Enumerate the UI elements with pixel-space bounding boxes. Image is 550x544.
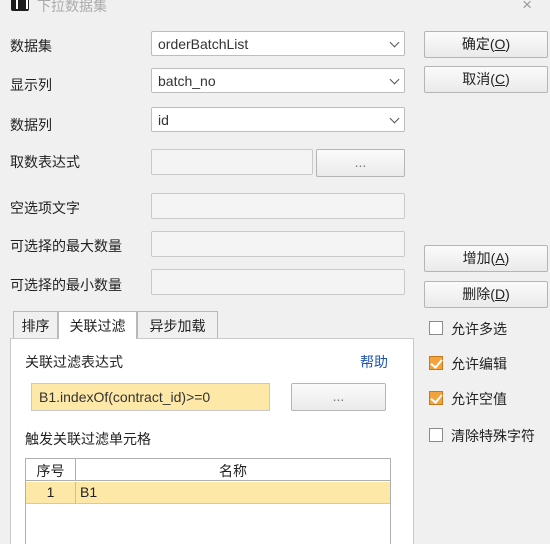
chevron-down-icon (389, 37, 400, 48)
display-column-select[interactable]: batch_no (151, 68, 405, 93)
ok-shortcut: O (494, 36, 506, 52)
filter-expression-input[interactable]: B1.indexOf(contract_id)>=0 (31, 383, 270, 411)
max-select-input[interactable] (151, 231, 405, 257)
dataset-label: 数据集 (10, 38, 52, 54)
allow-edit-label: 允许编辑 (451, 356, 507, 372)
delete-label: 删除( (462, 286, 495, 302)
row-index: 1 (26, 482, 76, 504)
tab-async-load[interactable]: 异步加载 (137, 311, 218, 338)
fetch-expression-browse-button[interactable]: ... (316, 149, 405, 177)
filter-expression-label: 关联过滤表达式 (25, 354, 123, 370)
fetch-expression-input[interactable] (151, 149, 313, 175)
cancel-shortcut: C (494, 71, 506, 87)
allow-empty-checkbox[interactable] (429, 391, 443, 405)
empty-option-label: 空选项文字 (10, 200, 80, 216)
chevron-down-icon (389, 113, 400, 124)
window-title: 下拉数据集 (37, 0, 107, 14)
table-header: 序号 名称 (26, 459, 390, 481)
data-column-select[interactable]: id (151, 107, 405, 132)
chevron-down-icon (389, 74, 400, 85)
add-paren: ) (504, 250, 510, 266)
cancel-paren: ) (505, 71, 510, 87)
close-icon[interactable]: × (522, 0, 532, 13)
tab-sort[interactable]: 排序 (13, 311, 58, 338)
filter-expression-value: B1.indexOf(contract_id)>=0 (39, 389, 211, 405)
min-select-input[interactable] (151, 269, 405, 295)
dataset-value: orderBatchList (158, 36, 249, 52)
add-shortcut: A (495, 250, 505, 266)
delete-paren: ) (505, 286, 510, 302)
table-row[interactable]: 1 B1 (26, 482, 390, 504)
max-select-label: 可选择的最大数量 (10, 238, 122, 254)
allow-edit-checkbox[interactable] (429, 356, 443, 370)
clear-special-chars-label: 清除特殊字符 (451, 428, 535, 444)
add-label: 增加( (462, 250, 496, 266)
clear-special-chars-checkbox[interactable] (429, 428, 443, 442)
trigger-cells-label: 触发关联过滤单元格 (25, 431, 151, 447)
display-column-value: batch_no (158, 73, 216, 89)
ok-button[interactable]: 确定(O) (424, 31, 548, 58)
allow-multi-select-label: 允许多选 (451, 321, 507, 337)
ok-paren: ) (505, 36, 511, 52)
delete-shortcut: D (494, 286, 506, 302)
title-bar: 下拉数据集 × (0, 0, 550, 22)
cancel-label: 取消( (462, 71, 495, 87)
help-link[interactable]: 帮助 (360, 352, 388, 372)
dataset-select[interactable]: orderBatchList (151, 31, 405, 56)
filter-expression-browse-button[interactable]: ... (291, 383, 386, 411)
allow-multi-select-checkbox[interactable] (429, 321, 443, 335)
fetch-expression-label: 取数表达式 (10, 154, 80, 170)
data-column-label: 数据列 (10, 117, 52, 133)
app-icon (11, 0, 29, 11)
column-header-index: 序号 (26, 459, 76, 481)
data-column-value: id (158, 112, 169, 128)
min-select-label: 可选择的最小数量 (10, 277, 122, 293)
add-button[interactable]: 增加(A) (424, 245, 548, 272)
cancel-button[interactable]: 取消(C) (424, 66, 548, 93)
tab-related-filter[interactable]: 关联过滤 (58, 311, 137, 339)
empty-option-input[interactable] (151, 193, 405, 219)
delete-button[interactable]: 删除(D) (424, 281, 548, 308)
allow-empty-label: 允许空值 (451, 391, 507, 407)
display-column-label: 显示列 (10, 77, 52, 93)
ok-label: 确定( (461, 36, 495, 52)
row-name: B1 (80, 484, 98, 500)
column-header-name: 名称 (219, 463, 247, 479)
trigger-cells-table: 序号 名称 1 B1 (25, 458, 391, 544)
